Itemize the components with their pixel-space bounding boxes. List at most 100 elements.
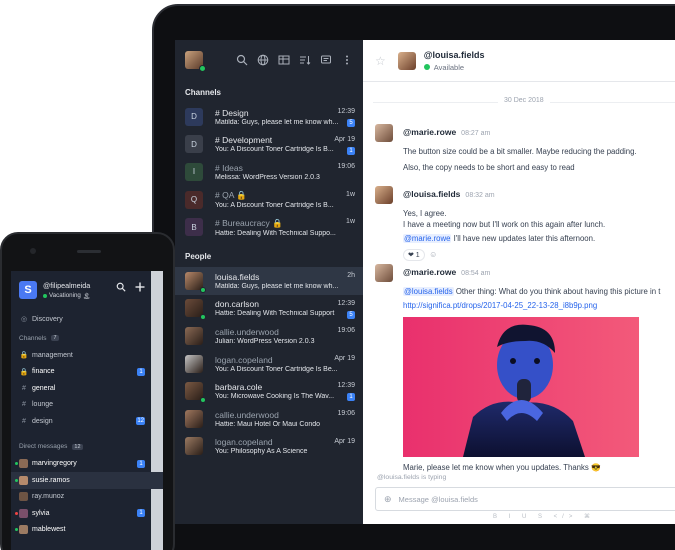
avatar xyxy=(185,437,203,456)
person-time: 19:06 xyxy=(337,327,355,335)
people-list: louisa.fields Matilda: Guys, please let m… xyxy=(175,266,363,461)
person-name: barbara.cole xyxy=(215,382,263,393)
message-input[interactable]: ⊕ Message @louisa.fields xyxy=(375,487,675,511)
status-line: Available xyxy=(423,63,485,72)
avatar xyxy=(19,492,28,502)
avatar xyxy=(375,124,393,142)
person-item[interactable]: barbara.cole You: Microwave Cooking Is Th… xyxy=(175,377,363,405)
channel-name: # Bureaucracy 🔒 xyxy=(215,217,283,228)
phone-channels-heading: Channels 7 xyxy=(11,329,163,347)
person-item[interactable]: callie.underwood Julian: WordPress Versio… xyxy=(175,322,363,350)
person-text: logan.copeland You: A Discount Toner Cart… xyxy=(215,355,345,373)
workspace-avatar[interactable]: S xyxy=(19,281,37,299)
avatar xyxy=(185,354,203,373)
format-toolbar[interactable]: B I U S </> ⌘ xyxy=(493,513,595,520)
phone-dm-name: marvingregory xyxy=(32,460,77,468)
online-dot xyxy=(200,314,206,321)
add-icon[interactable] xyxy=(135,282,145,295)
mention-link[interactable]: @marie.rowe xyxy=(403,234,452,243)
discovery-label: Discovery xyxy=(32,315,63,323)
phone-dm-name: ray.munoz xyxy=(32,493,65,501)
search-icon[interactable] xyxy=(236,54,248,66)
phone-channel-item[interactable]: 🔒 management xyxy=(11,347,163,364)
avatar[interactable] xyxy=(185,51,206,72)
person-item[interactable]: callie.underwood Hattie: Maui Hotel Or Ma… xyxy=(175,405,363,433)
phone-dm-item[interactable]: marvingregory 1 xyxy=(11,456,163,473)
person-item[interactable]: louisa.fields Matilda: Guys, please let m… xyxy=(175,266,363,295)
channel-preview: You: A Discount Toner Cartridge Is B... xyxy=(215,146,334,154)
search-icon[interactable] xyxy=(116,282,126,295)
grid-icon[interactable] xyxy=(278,54,290,66)
sort-icon[interactable] xyxy=(299,54,311,66)
person-preview: Matilda: Guys, please let me know wh... xyxy=(215,282,339,290)
person-time: 12:39 xyxy=(337,299,355,307)
message-author[interactable]: @marie.rowe xyxy=(403,127,456,137)
presence-dot xyxy=(15,462,18,466)
chat-pane: ☆ @louisa.fields Available 30 Dec 2018 @… xyxy=(363,40,675,524)
attached-photo[interactable] xyxy=(403,317,639,457)
phone-channel-name: general xyxy=(32,384,56,392)
unread-badge: 12 xyxy=(136,417,145,425)
unread-badge: 5 xyxy=(347,310,355,319)
discovery-item[interactable]: ◎ Discovery xyxy=(11,309,163,329)
channel-item[interactable]: I # Ideas Melissa: WordPress Version 2.0.3… xyxy=(175,158,363,186)
presence-dot xyxy=(15,528,18,532)
online-dot xyxy=(200,286,206,293)
phone-dm-item[interactable]: mablewest xyxy=(11,522,163,539)
phone-actions xyxy=(116,282,145,295)
unread-badge: 5 xyxy=(347,119,355,127)
phone-dm-title: Direct messages xyxy=(19,443,68,450)
mention-link[interactable]: @louisa.fields xyxy=(403,287,454,296)
phone-camera xyxy=(30,248,36,254)
channel-text: # QA 🔒 You: A Discount Toner Cartridge Is… xyxy=(215,190,345,209)
phone-channel-item[interactable]: 🔒 finance 1 xyxy=(11,364,163,381)
person-time: 2h xyxy=(347,271,355,279)
person-item[interactable]: don.carlson Hattie: Dealing With Technica… xyxy=(175,295,363,323)
message-author[interactable]: @louisa.fields xyxy=(403,189,460,199)
channel-preview: You: A Discount Toner Cartridge Is B... xyxy=(215,202,334,210)
channel-item[interactable]: D # Development You: A Discount Toner Cart… xyxy=(175,131,363,159)
phone-channel-item[interactable]: # lounge xyxy=(11,397,163,414)
phone-channel-item[interactable]: # design 12 xyxy=(11,413,163,430)
avatar xyxy=(15,525,28,535)
person-preview: Hattie: Dealing With Technical Support xyxy=(215,310,335,318)
message: @louisa.fields 08:32 am Yes, I agree. I h… xyxy=(363,184,675,262)
globe-icon[interactable] xyxy=(257,54,269,66)
star-icon[interactable]: ☆ xyxy=(375,54,386,68)
phone-channel-item[interactable]: # general xyxy=(11,380,163,397)
avatar xyxy=(15,459,28,469)
person-item[interactable]: logan.copeland You: Philosophy As A Scien… xyxy=(175,433,363,461)
phone-dm-name: sylvia xyxy=(32,509,50,517)
message-text-rest: Other thing: What do you think about hav… xyxy=(453,287,661,296)
add-reaction-icon[interactable]: ☺ xyxy=(429,250,437,259)
phone-dm-item[interactable]: ray.munoz xyxy=(11,489,163,506)
more-icon[interactable] xyxy=(341,54,353,66)
phone-dm-item[interactable]: susie.ramos xyxy=(11,472,163,489)
channel-name: # Ideas xyxy=(215,162,243,173)
phone-header: S @filipealmeida Vacationing 🏝 xyxy=(11,271,163,309)
date-label: 30 Dec 2018 xyxy=(498,97,550,104)
reaction-heart[interactable]: ❤ 1 xyxy=(403,249,425,261)
tablet-screen: Channels D # Design Matilda: Guys, please … xyxy=(175,40,675,524)
avatar xyxy=(397,51,416,70)
phone-status-text: Vacationing xyxy=(49,292,81,299)
channel-item[interactable]: B # Bureaucracy 🔒 Hattie: Dealing With Tec… xyxy=(175,213,363,241)
message-input-placeholder: Message @louisa.fields xyxy=(398,494,478,504)
channel-text: # Bureaucracy 🔒 Hattie: Dealing With Tech… xyxy=(215,218,345,237)
channel-name: # QA 🔒 xyxy=(215,190,247,201)
online-dot xyxy=(423,64,430,70)
reaction-row: ❤ 1 ☺ xyxy=(403,244,675,262)
channel-list: D # Design Matilda: Guys, please let me kn… xyxy=(175,103,363,241)
message-link[interactable]: http://significa.pt/drops/2017-04-25_22-… xyxy=(403,301,675,311)
person-name: callie.underwood xyxy=(215,409,279,420)
channel-item[interactable]: Q # QA 🔒 You: A Discount Toner Cartridge I… xyxy=(175,186,363,214)
channel-item[interactable]: D # Design Matilda: Guys, please let me kn… xyxy=(175,103,363,131)
message-author[interactable]: @marie.rowe xyxy=(403,267,456,277)
attach-icon[interactable]: ⊕ xyxy=(384,494,392,505)
phone-dm-list: marvingregory 1 susie.ramos ray.munoz sylvia… xyxy=(11,456,163,539)
phone-dm-item[interactable]: sylvia 1 xyxy=(11,505,163,522)
compose-icon[interactable] xyxy=(320,54,332,66)
chat-title: @louisa.fields xyxy=(423,49,485,60)
channels-heading: Channels xyxy=(185,88,222,97)
person-item[interactable]: logan.copeland You: A Discount Toner Cart… xyxy=(175,350,363,378)
